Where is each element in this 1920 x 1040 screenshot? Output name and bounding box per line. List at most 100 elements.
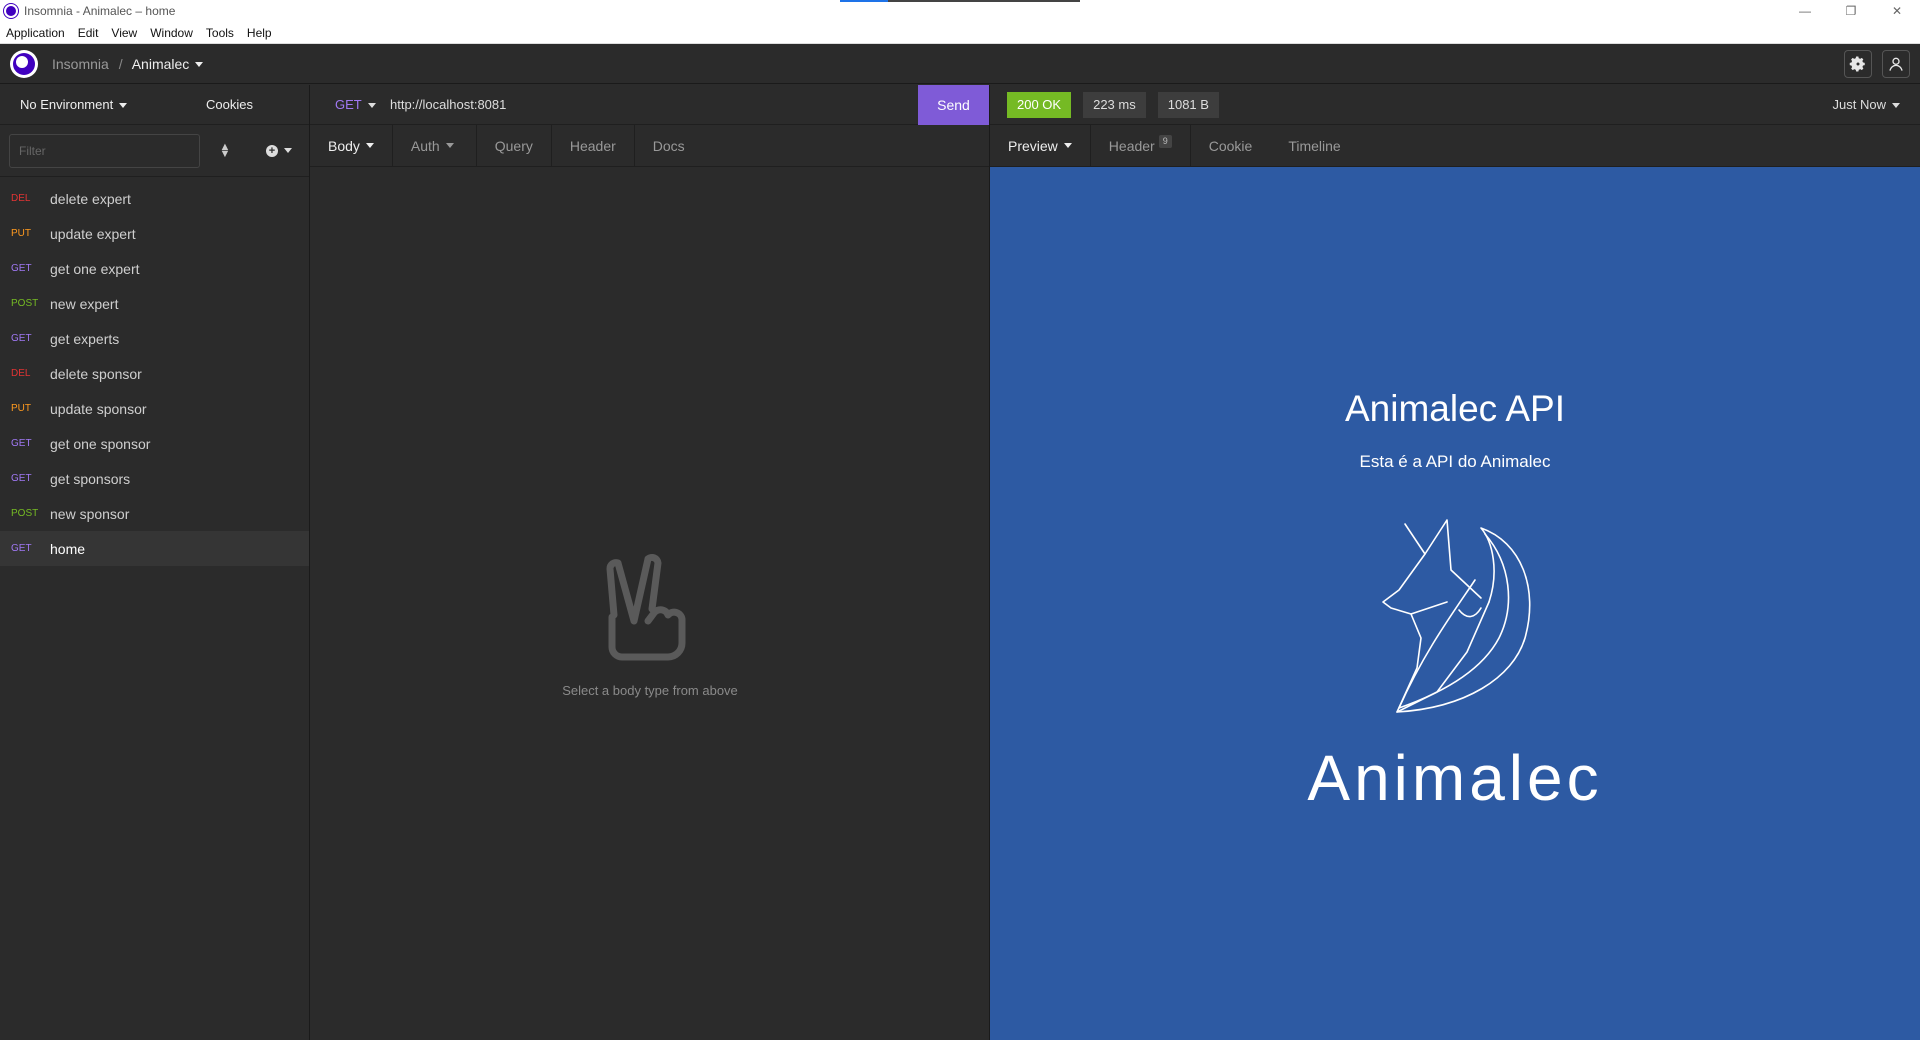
url-bar: GET http://localhost:8081 Send bbox=[310, 84, 989, 125]
header-count-badge: 9 bbox=[1158, 134, 1172, 148]
method-badge: GET bbox=[11, 543, 32, 554]
send-button[interactable]: Send bbox=[918, 84, 989, 125]
method-badge: GET bbox=[11, 333, 32, 344]
tab-timeline[interactable]: Timeline bbox=[1270, 125, 1358, 166]
environment-label: No Environment bbox=[20, 97, 114, 112]
method-badge: GET bbox=[11, 263, 32, 274]
minimize-button[interactable]: — bbox=[1782, 0, 1828, 22]
tab-label: Auth bbox=[410, 137, 440, 154]
tab-docs[interactable]: Docs bbox=[635, 125, 703, 166]
size-badge: 1081 B bbox=[1157, 91, 1219, 118]
request-tabs: Body Auth Query Header Docs bbox=[310, 125, 989, 167]
user-icon bbox=[1889, 57, 1903, 71]
request-name: delete expert bbox=[50, 190, 131, 207]
status-badge: 200 OK bbox=[1007, 91, 1072, 118]
request-item[interactable]: GET get experts bbox=[0, 321, 309, 356]
chevron-down-icon bbox=[284, 148, 292, 153]
tab-label: Preview bbox=[1008, 137, 1058, 154]
menu-edit[interactable]: Edit bbox=[72, 26, 106, 40]
method-badge: DEL bbox=[11, 193, 31, 204]
sort-icon: ▲ ▼ bbox=[219, 140, 231, 160]
tab-header[interactable]: Header bbox=[550, 125, 635, 166]
chevron-down-icon bbox=[1063, 143, 1072, 148]
window-title: Insomnia - Animalec – home bbox=[24, 4, 176, 18]
menu-tools[interactable]: Tools bbox=[200, 26, 241, 40]
request-item[interactable]: PUT update sponsor bbox=[0, 391, 309, 426]
request-name: get sponsors bbox=[50, 470, 131, 487]
request-pane: GET http://localhost:8081 Send Body Auth… bbox=[310, 84, 990, 1040]
request-name: update expert bbox=[50, 225, 136, 242]
tab-cookie[interactable]: Cookie bbox=[1191, 125, 1271, 166]
request-item[interactable]: GET get one sponsor bbox=[0, 426, 309, 461]
sort-button[interactable]: ▲ ▼ bbox=[218, 140, 232, 160]
close-button[interactable]: ✕ bbox=[1874, 0, 1920, 22]
request-name: home bbox=[50, 540, 86, 557]
environment-dropdown[interactable]: No Environment bbox=[0, 97, 200, 112]
request-name: delete sponsor bbox=[50, 365, 142, 382]
url-input[interactable]: http://localhost:8081 bbox=[380, 97, 918, 112]
request-item-active[interactable]: GET home bbox=[0, 531, 309, 566]
menu-bar: Application Edit View Window Tools Help bbox=[0, 22, 1920, 44]
method-dropdown[interactable]: GET bbox=[310, 97, 380, 112]
chevron-down-icon bbox=[445, 143, 454, 148]
empty-body-state: Select a body type from above bbox=[310, 167, 990, 1040]
request-name: update sponsor bbox=[50, 400, 147, 417]
filter-input[interactable] bbox=[9, 133, 200, 168]
chevron-down-icon bbox=[367, 103, 376, 109]
method-badge: GET bbox=[11, 438, 32, 449]
request-name: new expert bbox=[50, 295, 119, 312]
request-name: new sponsor bbox=[50, 505, 130, 522]
chevron-down-icon bbox=[195, 62, 204, 68]
preview-brand-text: Animalec bbox=[1307, 742, 1603, 814]
request-list: DEL delete expert PUT update expert GET get… bbox=[0, 181, 309, 566]
tab-query[interactable]: Query bbox=[477, 125, 551, 166]
workspace-dropdown[interactable]: Animalec bbox=[132, 56, 204, 72]
request-item[interactable]: POST new expert bbox=[0, 286, 309, 321]
cookies-button[interactable]: Cookies bbox=[206, 97, 253, 112]
load-progress bbox=[840, 0, 1080, 2]
menu-window[interactable]: Window bbox=[144, 26, 200, 40]
history-dropdown[interactable]: Just Now bbox=[1833, 97, 1900, 112]
insomnia-logo-icon[interactable] bbox=[10, 49, 38, 78]
tab-preview[interactable]: Preview bbox=[990, 125, 1091, 166]
request-item[interactable]: PUT update expert bbox=[0, 216, 309, 251]
request-item[interactable]: DEL delete expert bbox=[0, 181, 309, 216]
method-label: GET bbox=[335, 97, 362, 112]
time-badge: 223 ms bbox=[1083, 91, 1146, 118]
breadcrumb-separator: / bbox=[118, 55, 123, 72]
menu-view[interactable]: View bbox=[105, 26, 144, 40]
restore-button[interactable]: ❐ bbox=[1828, 0, 1874, 22]
response-meta: 200 OK 223 ms 1081 B Just Now bbox=[990, 85, 1920, 125]
insomnia-app-icon bbox=[4, 4, 18, 18]
add-request-button[interactable]: + bbox=[266, 144, 292, 157]
method-badge: POST bbox=[11, 508, 39, 519]
fox-logo-icon bbox=[1382, 519, 1531, 713]
response-pane: 200 OK 223 ms 1081 B Just Now Preview He… bbox=[990, 85, 1920, 1040]
method-badge: PUT bbox=[11, 228, 31, 239]
menu-help[interactable]: Help bbox=[241, 26, 279, 40]
tab-label: Body bbox=[328, 137, 360, 154]
sidebar: No Environment Cookies ▲▼ + DEL delete ex… bbox=[0, 85, 310, 1040]
gear-icon bbox=[1849, 56, 1865, 72]
request-item[interactable]: POST new sponsor bbox=[0, 496, 309, 531]
plus-circle-icon: + bbox=[266, 144, 278, 157]
method-badge: PUT bbox=[11, 403, 31, 414]
peace-hand-icon bbox=[606, 553, 686, 661]
account-button[interactable] bbox=[1882, 50, 1910, 78]
request-item[interactable]: GET get sponsors bbox=[0, 461, 309, 496]
breadcrumb: Insomnia / Animalec bbox=[52, 55, 204, 72]
tab-auth[interactable]: Auth bbox=[393, 125, 477, 166]
chevron-down-icon bbox=[365, 143, 374, 148]
settings-button[interactable] bbox=[1844, 50, 1872, 78]
method-badge: GET bbox=[11, 473, 32, 484]
request-name: get one expert bbox=[50, 260, 140, 277]
request-name: get one sponsor bbox=[50, 435, 151, 452]
tab-label: Header bbox=[1108, 137, 1155, 154]
preview-title: Animalec API bbox=[1344, 388, 1566, 429]
menu-application[interactable]: Application bbox=[0, 26, 72, 40]
tab-body[interactable]: Body bbox=[310, 125, 393, 166]
request-item[interactable]: GET get one expert bbox=[0, 251, 309, 286]
tab-response-header[interactable]: Header 9 bbox=[1091, 125, 1191, 166]
breadcrumb-app[interactable]: Insomnia bbox=[52, 56, 109, 72]
request-item[interactable]: DEL delete sponsor bbox=[0, 356, 309, 391]
